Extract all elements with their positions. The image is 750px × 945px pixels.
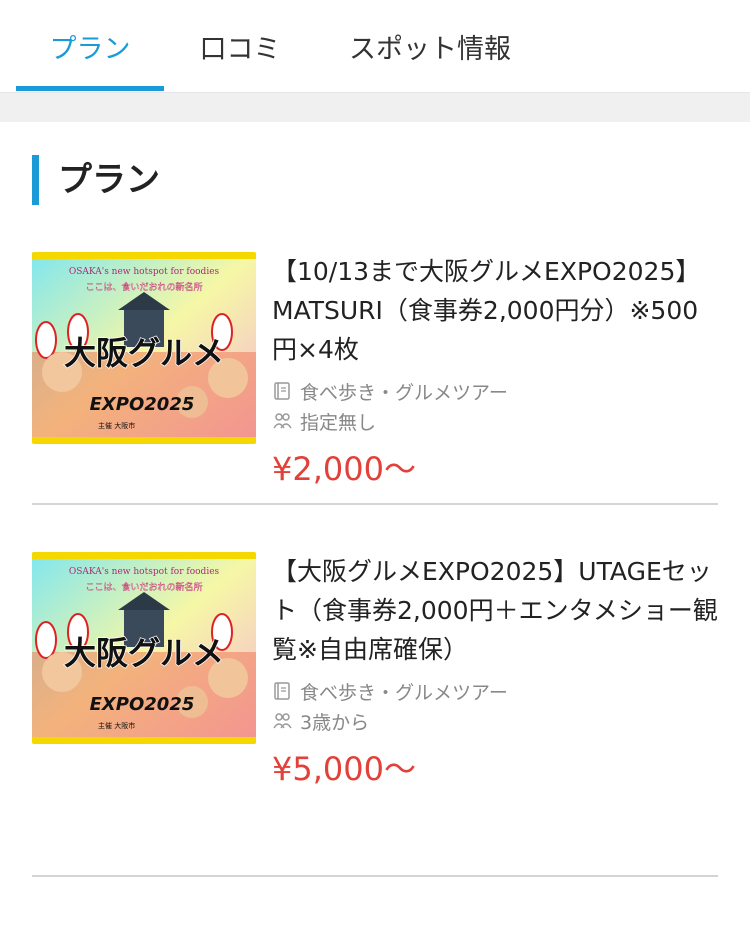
- plan-category: 食べ歩き・グルメツアー: [272, 677, 718, 705]
- plan-category-label: 食べ歩き・グルメツアー: [300, 381, 508, 404]
- image-host: 主催 大阪市: [98, 421, 135, 430]
- section-accent-bar: [32, 155, 39, 205]
- image-title: 大阪グルメ: [64, 634, 224, 672]
- divider: [32, 503, 718, 505]
- plan-name[interactable]: 【大阪グルメEXPO2025】UTAGEセット（食事券2,000円＋エンタメショ…: [272, 552, 718, 669]
- tab-reviews[interactable]: 口コミ: [170, 0, 310, 92]
- image-tagline: OSAKA's new hotspot for foodies: [69, 267, 220, 277]
- category-book-icon: [274, 682, 290, 700]
- plan-category: 食べ歩き・グルメツアー: [272, 377, 718, 405]
- section-title: プラン: [58, 160, 160, 200]
- plan-age-label: 指定無し: [300, 411, 377, 434]
- tab-spot-info[interactable]: スポット情報: [320, 0, 540, 92]
- image-subtitle: ここは、食いだおれの新名所: [85, 281, 202, 293]
- image-tagline: OSAKA's new hotspot for foodies: [69, 567, 220, 577]
- tab-plan[interactable]: プラン: [16, 0, 164, 92]
- tab-bar: プラン 口コミ スポット情報: [0, 0, 750, 92]
- image-expo: EXPO2025: [90, 394, 195, 415]
- plan-image: OSAKA's new hotspot for foodies ここは、食いだお…: [32, 552, 256, 744]
- section-separator: [0, 92, 750, 122]
- image-subtitle: ここは、食いだおれの新名所: [85, 581, 202, 593]
- category-book-icon: [274, 382, 290, 400]
- plan-name[interactable]: 【10/13まで大阪グルメEXPO2025】MATSURI（食事券2,000円分…: [272, 252, 718, 369]
- plan-age: 指定無し: [272, 407, 718, 435]
- active-tab-indicator: [16, 86, 164, 91]
- plan-card[interactable]: OSAKA's new hotspot for foodies ここは、食いだお…: [32, 552, 718, 788]
- people-icon: [273, 713, 292, 729]
- image-title: 大阪グルメ: [64, 334, 224, 372]
- plan-age-label: 3歳から: [300, 711, 370, 734]
- people-icon: [273, 413, 292, 429]
- plan-category-label: 食べ歩き・グルメツアー: [300, 681, 508, 704]
- divider: [32, 875, 718, 877]
- image-host: 主催 大阪市: [98, 721, 135, 730]
- plan-price: ¥5,000〜: [272, 750, 416, 788]
- plan-age: 3歳から: [272, 707, 718, 735]
- plan-image: OSAKA's new hotspot for foodies ここは、食いだお…: [32, 252, 256, 444]
- image-expo: EXPO2025: [90, 694, 195, 715]
- plan-price: ¥2,000〜: [272, 450, 416, 488]
- plan-card[interactable]: OSAKA's new hotspot for foodies ここは、食いだお…: [32, 252, 718, 488]
